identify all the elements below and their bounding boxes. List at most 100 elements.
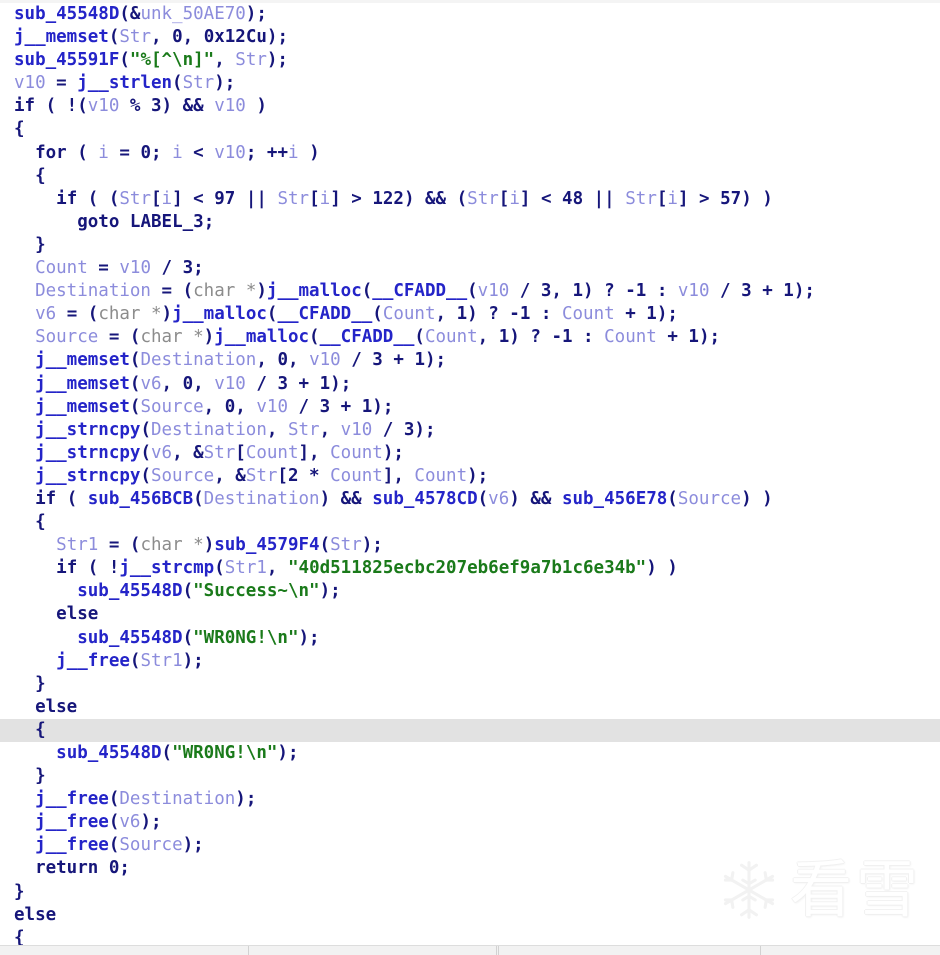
token-var[interactable]: Source — [119, 835, 182, 855]
code-line[interactable]: sub_45548D(&unk_50AE70); — [0, 3, 940, 26]
token-fn[interactable]: j__strncpy — [35, 443, 140, 463]
token-fn[interactable]: j__strlen — [77, 73, 172, 93]
token-var[interactable]: i — [667, 189, 678, 209]
code-line[interactable]: else — [0, 603, 940, 626]
token-var[interactable]: Count — [562, 304, 615, 324]
token-var[interactable]: v6 — [35, 304, 56, 324]
token-fn[interactable]: j__memset — [35, 374, 130, 394]
token-var[interactable]: Count — [414, 466, 467, 486]
token-var[interactable]: Str — [119, 189, 151, 209]
token-fn[interactable]: sub_45548D — [77, 581, 182, 601]
token-fn[interactable]: __CFADD__ — [320, 327, 415, 347]
token-var[interactable]: Str — [330, 535, 362, 555]
code-line[interactable]: if ( !j__strcmp(Str1, "40d511825ecbc207e… — [0, 557, 940, 580]
token-fn[interactable]: j__malloc — [267, 281, 362, 301]
code-line[interactable]: v6 = (char *)j__malloc(__CFADD__(Count, … — [0, 303, 940, 326]
code-line[interactable]: v10 = j__strlen(Str); — [0, 72, 940, 95]
token-var[interactable]: Str — [183, 73, 215, 93]
token-var[interactable]: v10 — [214, 374, 246, 394]
token-var[interactable]: Destination — [151, 420, 267, 440]
token-var[interactable]: Count — [383, 304, 436, 324]
token-fn[interactable]: j__free — [56, 651, 130, 671]
token-var[interactable]: Source — [678, 489, 741, 509]
code-line[interactable]: { — [0, 118, 940, 141]
token-var[interactable]: v10 — [119, 258, 151, 278]
code-line[interactable]: goto LABEL_3; — [0, 211, 940, 234]
token-var[interactable]: Count — [246, 443, 299, 463]
token-fn[interactable]: sub_45548D — [77, 628, 182, 648]
token-var[interactable]: Source — [140, 397, 203, 417]
code-line[interactable]: sub_45548D("WR0NG!\n"); — [0, 627, 940, 650]
token-fn[interactable]: sub_45591F — [14, 50, 119, 70]
code-line[interactable]: j__free(Str1); — [0, 650, 940, 673]
code-line[interactable]: j__memset(Source, 0, v10 / 3 + 1); — [0, 396, 940, 419]
code-line[interactable]: if ( (Str[i] < 97 || Str[i] > 122) && (S… — [0, 188, 940, 211]
token-fn[interactable]: sub_45548D — [56, 743, 161, 763]
code-line[interactable]: sub_45548D("WR0NG!\n"); — [0, 742, 940, 765]
token-fn[interactable]: sub_4579F4 — [214, 535, 319, 555]
token-var[interactable]: v10 — [478, 281, 510, 301]
token-var[interactable]: Destination — [35, 281, 151, 301]
token-fn[interactable]: j__strncpy — [35, 466, 140, 486]
token-fn[interactable]: j__strcmp — [119, 558, 214, 578]
token-var[interactable]: v10 — [341, 420, 373, 440]
pseudocode-view[interactable]: 看雪 sub_45548D(&unk_50AE70); j__memset(Str… — [0, 0, 940, 955]
token-var[interactable]: Str — [235, 50, 267, 70]
token-var[interactable]: v10 — [256, 397, 288, 417]
token-fn[interactable]: sub_456BCB — [88, 489, 193, 509]
code-line[interactable]: if ( !(v10 % 3) && v10 ) — [0, 95, 940, 118]
token-var[interactable]: i — [509, 189, 520, 209]
code-line[interactable]: { — [0, 165, 940, 188]
code-line[interactable]: j__strncpy(Destination, Str, v10 / 3); — [0, 419, 940, 442]
token-var[interactable]: v6 — [151, 443, 172, 463]
token-var[interactable]: Destination — [204, 489, 320, 509]
code-listing[interactable]: sub_45548D(&unk_50AE70); j__memset(Str, 0… — [0, 0, 940, 955]
token-var[interactable]: Count — [35, 258, 88, 278]
code-line[interactable]: j__free(Destination); — [0, 788, 940, 811]
code-line[interactable]: j__memset(v6, 0, v10 / 3 + 1); — [0, 373, 940, 396]
code-line[interactable]: { — [0, 511, 940, 534]
code-line[interactable]: } — [0, 234, 940, 257]
token-var[interactable]: v10 — [14, 73, 46, 93]
token-var[interactable]: Str — [625, 189, 657, 209]
token-fn[interactable]: j__malloc — [214, 327, 309, 347]
code-line[interactable]: } — [0, 881, 940, 904]
token-var[interactable]: i — [98, 143, 109, 163]
token-var[interactable]: Count — [425, 327, 478, 347]
code-line[interactable]: j__free(Source); — [0, 834, 940, 857]
token-var[interactable]: v6 — [140, 374, 161, 394]
token-var[interactable]: Destination — [119, 789, 235, 809]
token-var[interactable]: Count — [604, 327, 657, 347]
token-fn[interactable]: __CFADD__ — [277, 304, 372, 324]
code-line[interactable]: Source = (char *)j__malloc(__CFADD__(Cou… — [0, 326, 940, 349]
token-fn[interactable]: j__free — [35, 789, 109, 809]
token-fn[interactable]: j__memset — [35, 350, 130, 370]
code-line[interactable]: { — [0, 718, 940, 742]
token-fn[interactable]: sub_45548D — [14, 4, 119, 24]
token-var[interactable]: v10 — [214, 143, 246, 163]
code-line[interactable]: } — [0, 765, 940, 788]
code-line[interactable]: j__free(v6); — [0, 811, 940, 834]
token-var[interactable]: v10 — [214, 96, 246, 116]
bottom-status-bar[interactable] — [0, 945, 940, 955]
code-line[interactable]: else — [0, 904, 940, 927]
token-lbl[interactable]: LABEL_3 — [130, 212, 204, 232]
code-line[interactable]: Str1 = (char *)sub_4579F4(Str); — [0, 534, 940, 557]
token-var[interactable]: i — [162, 189, 173, 209]
token-var[interactable]: Str1 — [56, 535, 98, 555]
token-fn[interactable]: j__strncpy — [35, 420, 140, 440]
token-var[interactable]: Str — [204, 443, 236, 463]
token-var[interactable]: Str — [288, 420, 320, 440]
code-line[interactable]: Destination = (char *)j__malloc(__CFADD_… — [0, 280, 940, 303]
token-var[interactable]: Str — [246, 466, 278, 486]
code-line[interactable]: else — [0, 696, 940, 719]
token-var[interactable]: v6 — [488, 489, 509, 509]
token-fn[interactable]: j__malloc — [172, 304, 267, 324]
token-fn[interactable]: sub_456E78 — [562, 489, 667, 509]
token-fn[interactable]: j__free — [35, 812, 109, 832]
token-var[interactable]: i — [288, 143, 299, 163]
code-line[interactable]: sub_45548D("Success~\n"); — [0, 580, 940, 603]
code-line[interactable]: j__strncpy(Source, &Str[2 * Count], Coun… — [0, 465, 940, 488]
code-line[interactable]: j__memset(Destination, 0, v10 / 3 + 1); — [0, 349, 940, 372]
token-var[interactable]: Str — [277, 189, 309, 209]
